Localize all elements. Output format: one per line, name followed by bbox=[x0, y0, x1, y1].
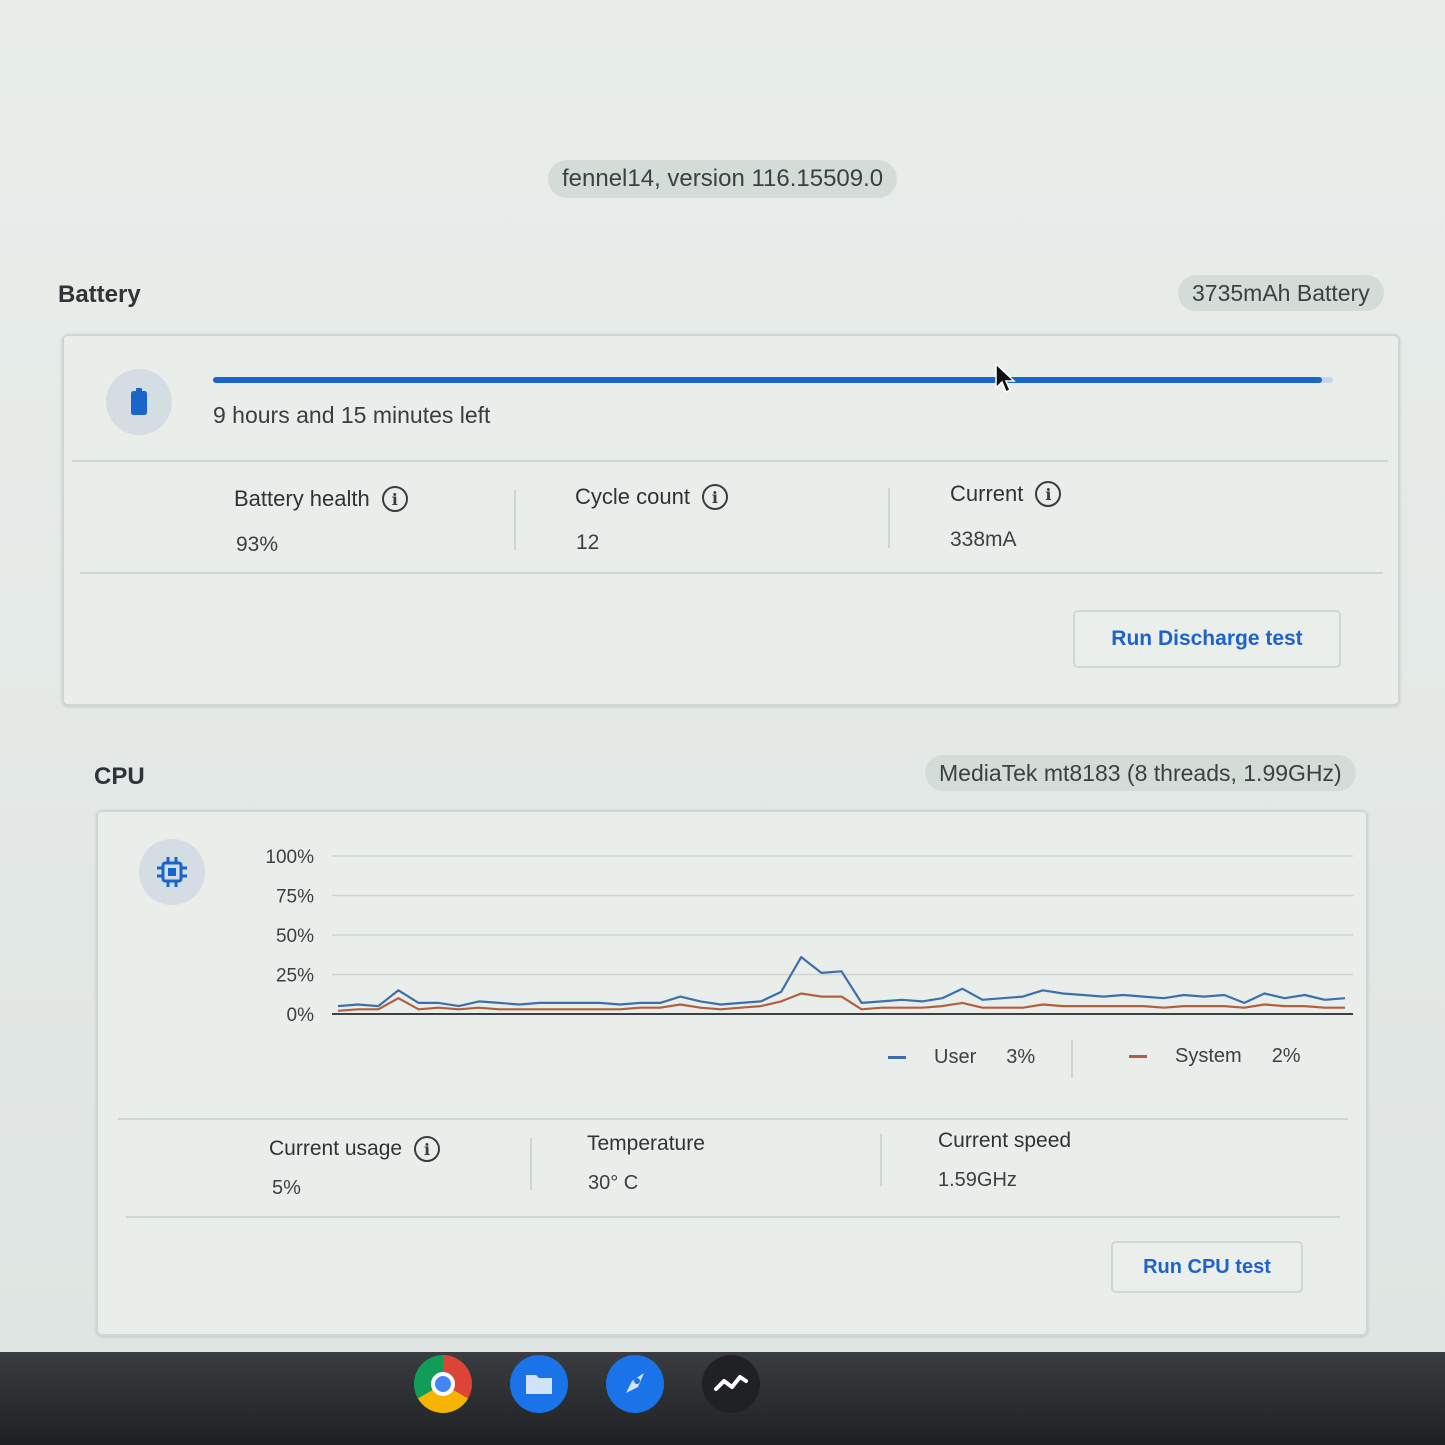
battery-charge-fill bbox=[213, 377, 1322, 383]
current-usage-info-icon[interactable]: i bbox=[414, 1136, 441, 1162]
legend-system-value: 2% bbox=[1271, 1045, 1301, 1067]
explore-icon[interactable] bbox=[606, 1355, 664, 1413]
legend-user-name: User bbox=[934, 1046, 977, 1068]
legend-divider bbox=[1071, 1040, 1073, 1078]
legend-user-value: 3% bbox=[1006, 1046, 1036, 1068]
cpu-stat-divider-2 bbox=[880, 1134, 882, 1186]
current-label-text: Current bbox=[950, 481, 1024, 506]
current-usage-label-text: Current usage bbox=[269, 1137, 403, 1160]
battery-section-title: Battery bbox=[58, 281, 141, 308]
run-discharge-test-button[interactable]: Run Discharge test bbox=[1073, 610, 1341, 668]
diagnostics-icon[interactable] bbox=[702, 1355, 760, 1413]
battery-divider-top bbox=[72, 460, 1388, 462]
diagnostics-app: fennel14, version 116.15509.0 Battery 37… bbox=[0, 0, 1445, 1352]
battery-time-left: 9 hours and 15 minutes left bbox=[213, 402, 491, 428]
battery-stat-divider-2 bbox=[888, 488, 890, 548]
y-tick-label: 75% bbox=[276, 887, 314, 908]
temperature-value: 30° C bbox=[588, 1172, 639, 1194]
legend-user: User 3% bbox=[888, 1046, 1035, 1069]
chrome-icon-center bbox=[431, 1372, 455, 1396]
cpu-stat-divider-1 bbox=[530, 1138, 532, 1190]
battery-health-info-icon[interactable]: i bbox=[381, 486, 408, 512]
current-info-icon[interactable]: i bbox=[1035, 481, 1062, 507]
y-tick-label: 0% bbox=[287, 1005, 315, 1026]
cycle-count-value: 12 bbox=[576, 531, 600, 554]
cpu-section-title: CPU bbox=[94, 763, 145, 790]
y-tick-label: 50% bbox=[276, 926, 314, 947]
cpu-usage-chart: 100% 75% 50% 25% 0% bbox=[265, 847, 1353, 1026]
legend-system-name: System bbox=[1175, 1045, 1242, 1067]
files-icon[interactable] bbox=[510, 1355, 568, 1413]
y-tick-label: 25% bbox=[276, 966, 314, 987]
battery-health-label: Battery health i bbox=[234, 486, 408, 512]
version-pill: fennel14, version 116.15509.0 bbox=[548, 160, 898, 198]
battery-stat-divider-1 bbox=[514, 490, 516, 550]
temperature-label: Temperature bbox=[587, 1132, 705, 1155]
current-speed-value: 1.59GHz bbox=[938, 1169, 1017, 1191]
cycle-count-label-text: Cycle count bbox=[575, 484, 690, 509]
battery-divider-bottom bbox=[80, 572, 1383, 574]
cpu-divider-top bbox=[118, 1118, 1348, 1120]
current-label: Current i bbox=[950, 481, 1062, 507]
cycle-count-label: Cycle count i bbox=[575, 484, 728, 510]
series-line-user bbox=[337, 955, 1346, 1008]
current-value: 338mA bbox=[950, 528, 1017, 551]
battery-health-value: 93% bbox=[236, 533, 279, 556]
battery-health-label-text: Battery health bbox=[234, 486, 370, 511]
current-speed-label: Current speed bbox=[938, 1129, 1072, 1152]
current-usage-label: Current usage i bbox=[269, 1136, 441, 1162]
cpu-chip-icon bbox=[157, 857, 187, 887]
cpu-model-pill: MediaTek mt8183 (8 threads, 1.99GHz) bbox=[925, 755, 1356, 791]
battery-charge-bar bbox=[213, 377, 1333, 383]
battery-icon bbox=[131, 388, 147, 415]
chrome-icon[interactable] bbox=[414, 1355, 472, 1413]
battery-capacity-pill: 3735mAh Battery bbox=[1178, 275, 1384, 311]
cpu-icon-circle bbox=[139, 839, 205, 905]
legend-system-swatch bbox=[1129, 1055, 1147, 1058]
cpu-divider-bottom bbox=[126, 1216, 1340, 1218]
files-folder-icon bbox=[526, 1375, 552, 1394]
legend-user-swatch bbox=[888, 1056, 906, 1059]
run-cpu-test-button[interactable]: Run CPU test bbox=[1111, 1241, 1303, 1293]
y-tick-label: 100% bbox=[265, 847, 314, 868]
current-usage-value: 5% bbox=[272, 1177, 301, 1199]
cycle-count-info-icon[interactable]: i bbox=[701, 484, 728, 510]
battery-icon-circle bbox=[106, 369, 172, 435]
mouse-cursor-icon bbox=[995, 362, 1016, 394]
diagnostics-pulse-icon bbox=[714, 1375, 748, 1391]
explore-rocket-icon bbox=[626, 1373, 644, 1393]
legend-system: System 2% bbox=[1129, 1045, 1301, 1068]
